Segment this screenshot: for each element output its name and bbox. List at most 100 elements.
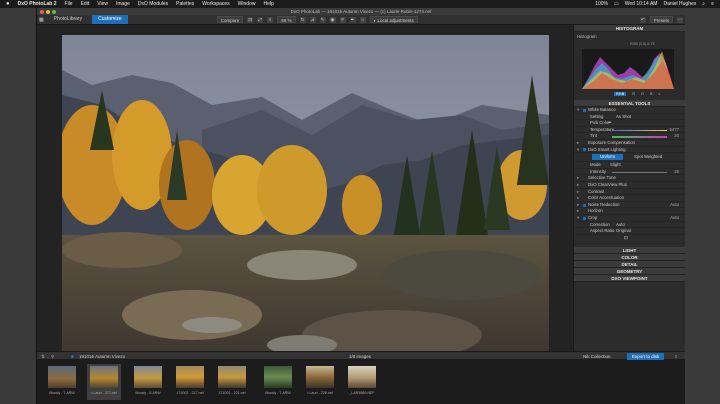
- tab-customize[interactable]: Customize: [92, 15, 128, 24]
- filmstrip-thumb[interactable]: • Lauri - 228.nef: [303, 364, 337, 400]
- chevron-down-icon: ▾: [577, 146, 580, 152]
- menu-dxo-modules[interactable]: DxO Modules: [138, 1, 168, 7]
- crop-value[interactable]: Auto: [670, 215, 679, 222]
- filmstrip-thumb[interactable]: _LAR5869.NEF: [345, 364, 379, 400]
- more-icon[interactable]: ⋯: [677, 16, 683, 23]
- intensity-slider[interactable]: [612, 171, 667, 173]
- menu-list-icon[interactable]: ≡: [711, 1, 714, 7]
- noise-reduction-row[interactable]: ▸ Noise Reduction Auto: [574, 202, 685, 209]
- aspect-select[interactable]: Original: [616, 228, 631, 235]
- presets-button[interactable]: Presets: [649, 16, 673, 23]
- channel-rgb[interactable]: RGB: [614, 92, 627, 96]
- color-accent-row[interactable]: ▸ Color Accentuation: [574, 195, 685, 202]
- correction-select[interactable]: Auto: [616, 222, 625, 229]
- repair-icon[interactable]: ✎: [319, 16, 326, 23]
- channel-r[interactable]: R: [632, 92, 635, 96]
- compare-button[interactable]: Compare: [216, 16, 244, 23]
- filmstrip-thumb[interactable]: 171002 - 221.nef: [215, 364, 249, 400]
- menu-help[interactable]: Help: [263, 1, 273, 7]
- smart-lighting-row[interactable]: ▾ DxO Smart Lighting: [574, 147, 685, 154]
- sun-icon[interactable]: ☼: [359, 16, 366, 23]
- local-adjustments-button[interactable]: ◐ Local adjustments: [369, 16, 418, 23]
- filmstrip-thumb[interactable]: Moody - 6.ARW: [131, 364, 165, 400]
- menu-window[interactable]: Window: [238, 1, 256, 7]
- menu-image[interactable]: Image: [116, 1, 130, 7]
- tint-slider[interactable]: [612, 136, 667, 138]
- sl-intensity-value[interactable]: 25: [674, 169, 679, 176]
- filmstrip-thumb[interactable]: 171002 - 217.nef: [173, 364, 207, 400]
- tint-value[interactable]: 20: [674, 133, 679, 140]
- wb-setting-select[interactable]: As Shot: [616, 114, 631, 121]
- undo-icon[interactable]: ↶: [639, 16, 646, 23]
- sl-intensity-row[interactable]: Intensity 25: [574, 169, 685, 176]
- tint-row[interactable]: Tint 20: [574, 133, 685, 140]
- spot-weighted-button[interactable]: Spot Weighted: [634, 154, 662, 160]
- minimize-window-button[interactable]: [46, 9, 50, 14]
- close-window-button[interactable]: [40, 9, 44, 14]
- menu-palettes[interactable]: Palettes: [176, 1, 194, 7]
- battery-label: 100%: [595, 1, 608, 7]
- temperature-value[interactable]: 5477: [669, 127, 679, 134]
- crop-tool-icon[interactable]: ⊡: [624, 235, 628, 242]
- wb-setting-row[interactable]: Setting As Shot: [574, 114, 685, 121]
- channel-l[interactable]: L: [659, 92, 661, 96]
- histogram-label: Histogram: [577, 34, 597, 39]
- essential-tools-header[interactable]: ESSENTIAL TOOLS: [574, 100, 685, 107]
- straighten-icon[interactable]: ⊿: [309, 16, 316, 23]
- filmstrip: Moody - 7.ARW • Lauri - 373.nef Moody - …: [37, 360, 685, 404]
- section-dxo-viewpoint[interactable]: DXO VIEWPOINT: [574, 274, 685, 282]
- section-color[interactable]: COLOR: [574, 253, 685, 261]
- white-balance-row[interactable]: ▾ White Balance: [574, 107, 685, 114]
- menu-workspaces[interactable]: Workspaces: [202, 1, 229, 7]
- pick-color-row[interactable]: Pick Color ✒: [574, 120, 685, 127]
- zoom-icon[interactable]: ⌕: [267, 16, 274, 23]
- temperature-slider[interactable]: [612, 129, 667, 131]
- section-light[interactable]: LIGHT: [574, 246, 685, 254]
- exposure-comp-row[interactable]: ▸ Exposure Compensation: [574, 140, 685, 147]
- aspect-row[interactable]: Aspect Ratio Original: [574, 228, 685, 235]
- image-viewer[interactable]: [37, 25, 573, 357]
- section-geometry[interactable]: GEOMETRY: [574, 267, 685, 275]
- uniform-button[interactable]: Uniform: [592, 154, 624, 161]
- noise-reduction-value[interactable]: Auto: [670, 202, 679, 209]
- user-name[interactable]: Daniel Hughes: [663, 1, 696, 7]
- clearview-row[interactable]: ▸ DxO ClearView Plus: [574, 182, 685, 189]
- search-icon[interactable]: ⌕: [702, 1, 705, 7]
- rotate-icon[interactable]: ↻: [299, 16, 306, 23]
- landscape-photo[interactable]: [62, 35, 549, 357]
- crop-row[interactable]: ▾ Crop Auto: [574, 215, 685, 222]
- sl-mode-select[interactable]: Slight: [610, 162, 621, 169]
- tab-photolibrary[interactable]: PhotoLibrary: [48, 15, 88, 24]
- red-eye-icon[interactable]: ◉: [329, 16, 336, 23]
- menu-view[interactable]: View: [97, 1, 108, 7]
- grid-overlay-icon[interactable]: #: [339, 16, 346, 23]
- channel-b[interactable]: B: [650, 92, 653, 96]
- eyedropper-icon[interactable]: ✒: [608, 120, 612, 127]
- selective-tone-row[interactable]: ▸ Selective Tone: [574, 175, 685, 182]
- menu-app[interactable]: DxO PhotoLab 2: [18, 1, 57, 7]
- sl-mode-label: Mode: [590, 162, 601, 168]
- menu-edit[interactable]: Edit: [81, 1, 90, 7]
- grid-icon[interactable]: ▦: [39, 17, 44, 23]
- menu-file[interactable]: File: [65, 1, 73, 7]
- filmstrip-thumb[interactable]: Moody - 7.ARW: [45, 364, 79, 400]
- zoom-fit-icon[interactable]: ⤢: [257, 16, 264, 23]
- clearview-label: DxO ClearView Plus: [588, 181, 627, 187]
- crop-tool-icon[interactable]: ⊡: [247, 16, 254, 23]
- correction-row[interactable]: Correction Auto: [574, 222, 685, 229]
- histogram-header[interactable]: HISTOGRAM: [574, 25, 685, 32]
- sl-mode-row[interactable]: Mode Slight: [574, 162, 685, 169]
- right-tools-panel: HISTOGRAM Histogram RGB (3.8) 8-TE RGB R…: [573, 25, 685, 351]
- section-detail[interactable]: DETAIL: [574, 260, 685, 268]
- contrast-row[interactable]: ▸ Contrast: [574, 189, 685, 196]
- zoom-window-button[interactable]: [52, 9, 56, 14]
- channel-g[interactable]: G: [641, 92, 644, 96]
- white-balance-picker-icon[interactable]: ✒: [349, 16, 356, 23]
- zoom-level-select[interactable]: 66 %: [277, 16, 296, 23]
- temperature-row[interactable]: Temperature 5477: [574, 127, 685, 134]
- horizon-row[interactable]: ▸ Horizon: [574, 208, 685, 215]
- filmstrip-thumb-selected[interactable]: • Lauri - 373.nef: [87, 364, 121, 400]
- filmstrip-thumb[interactable]: Moody - 7.ARW: [261, 364, 295, 400]
- export-to-disk-button[interactable]: Export to disk: [627, 353, 665, 360]
- apple-menu-icon[interactable]: ●: [6, 1, 10, 7]
